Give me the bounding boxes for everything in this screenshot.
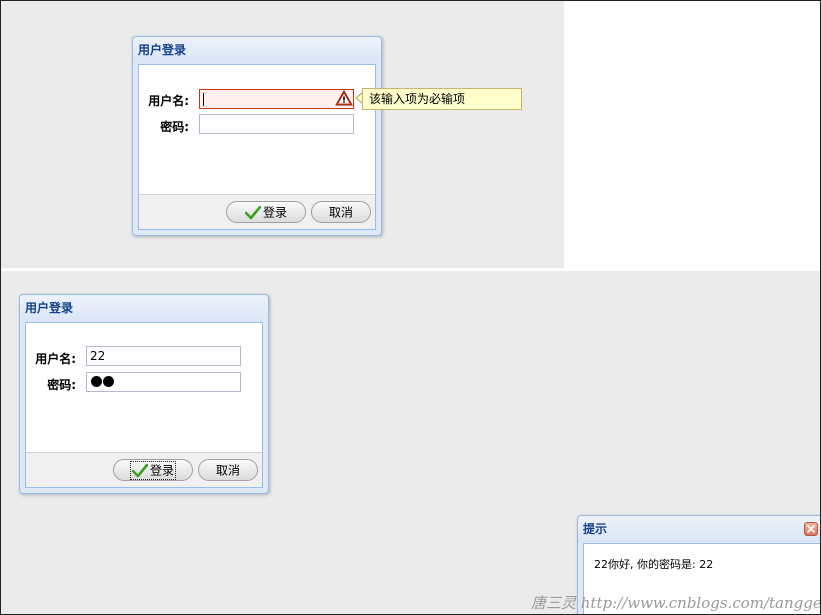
alert-message: 22你好, 你的密码是: 22 [594,558,714,571]
bottom-username-label: 用户名: [35,352,76,366]
top-login-window-title[interactable]: 用户登录 [133,37,381,63]
top-password-input[interactable] [199,114,354,134]
text-caret [203,93,204,106]
top-login-form-body: 用户名: 密码: 登录 取消 [138,64,376,230]
top-username-label: 用户名: [148,94,189,108]
top-username-input[interactable] [199,89,354,109]
check-icon [131,463,148,477]
alert-window-title[interactable]: 提示 [578,516,820,542]
check-icon [244,205,261,219]
top-login-footer: 登录 取消 [139,194,375,229]
bottom-login-button[interactable]: 登录 [113,459,193,481]
bottom-login-window: 用户登录 用户名: 22 密码: 登录 取消 [19,294,269,494]
top-panel-blank-area [564,1,820,268]
password-dot [103,376,114,387]
bottom-password-input[interactable] [86,372,241,392]
bottom-password-label: 密码: [47,378,76,392]
warning-icon [335,90,353,106]
bottom-login-form-body: 用户名: 22 密码: 登录 取消 [25,322,263,488]
bottom-login-button-label: 登录 [149,463,174,478]
required-field-tooltip: 该输入项为必输项 [362,88,522,110]
bottom-cancel-button[interactable]: 取消 [198,459,258,481]
bottom-cancel-button-label: 取消 [215,463,240,478]
top-login-button[interactable]: 登录 [226,201,306,223]
focus-outline: 登录 [129,461,176,480]
top-password-label: 密码: [160,120,189,134]
password-mask-dots [91,376,114,387]
bottom-login-window-title[interactable]: 用户登录 [20,295,268,321]
watermark: 唐三灵 http://www.cnblogs.com/tangge [531,594,821,612]
top-login-button-label: 登录 [262,205,287,220]
bottom-login-footer: 登录 取消 [26,452,262,487]
top-cancel-button-label: 取消 [328,205,353,220]
close-icon[interactable] [804,522,818,536]
top-cancel-button[interactable]: 取消 [311,201,371,223]
password-dot [91,376,102,387]
bottom-username-value: 22 [90,349,106,363]
screenshot-canvas: 用户登录 用户名: 密码: 登录 取消 该输入项为必输项 用户登录 用户名: 2… [0,0,821,615]
top-login-window: 用户登录 用户名: 密码: 登录 取消 [132,36,382,236]
tooltip-text: 该输入项为必输项 [369,92,466,106]
bottom-username-input[interactable]: 22 [86,346,241,366]
